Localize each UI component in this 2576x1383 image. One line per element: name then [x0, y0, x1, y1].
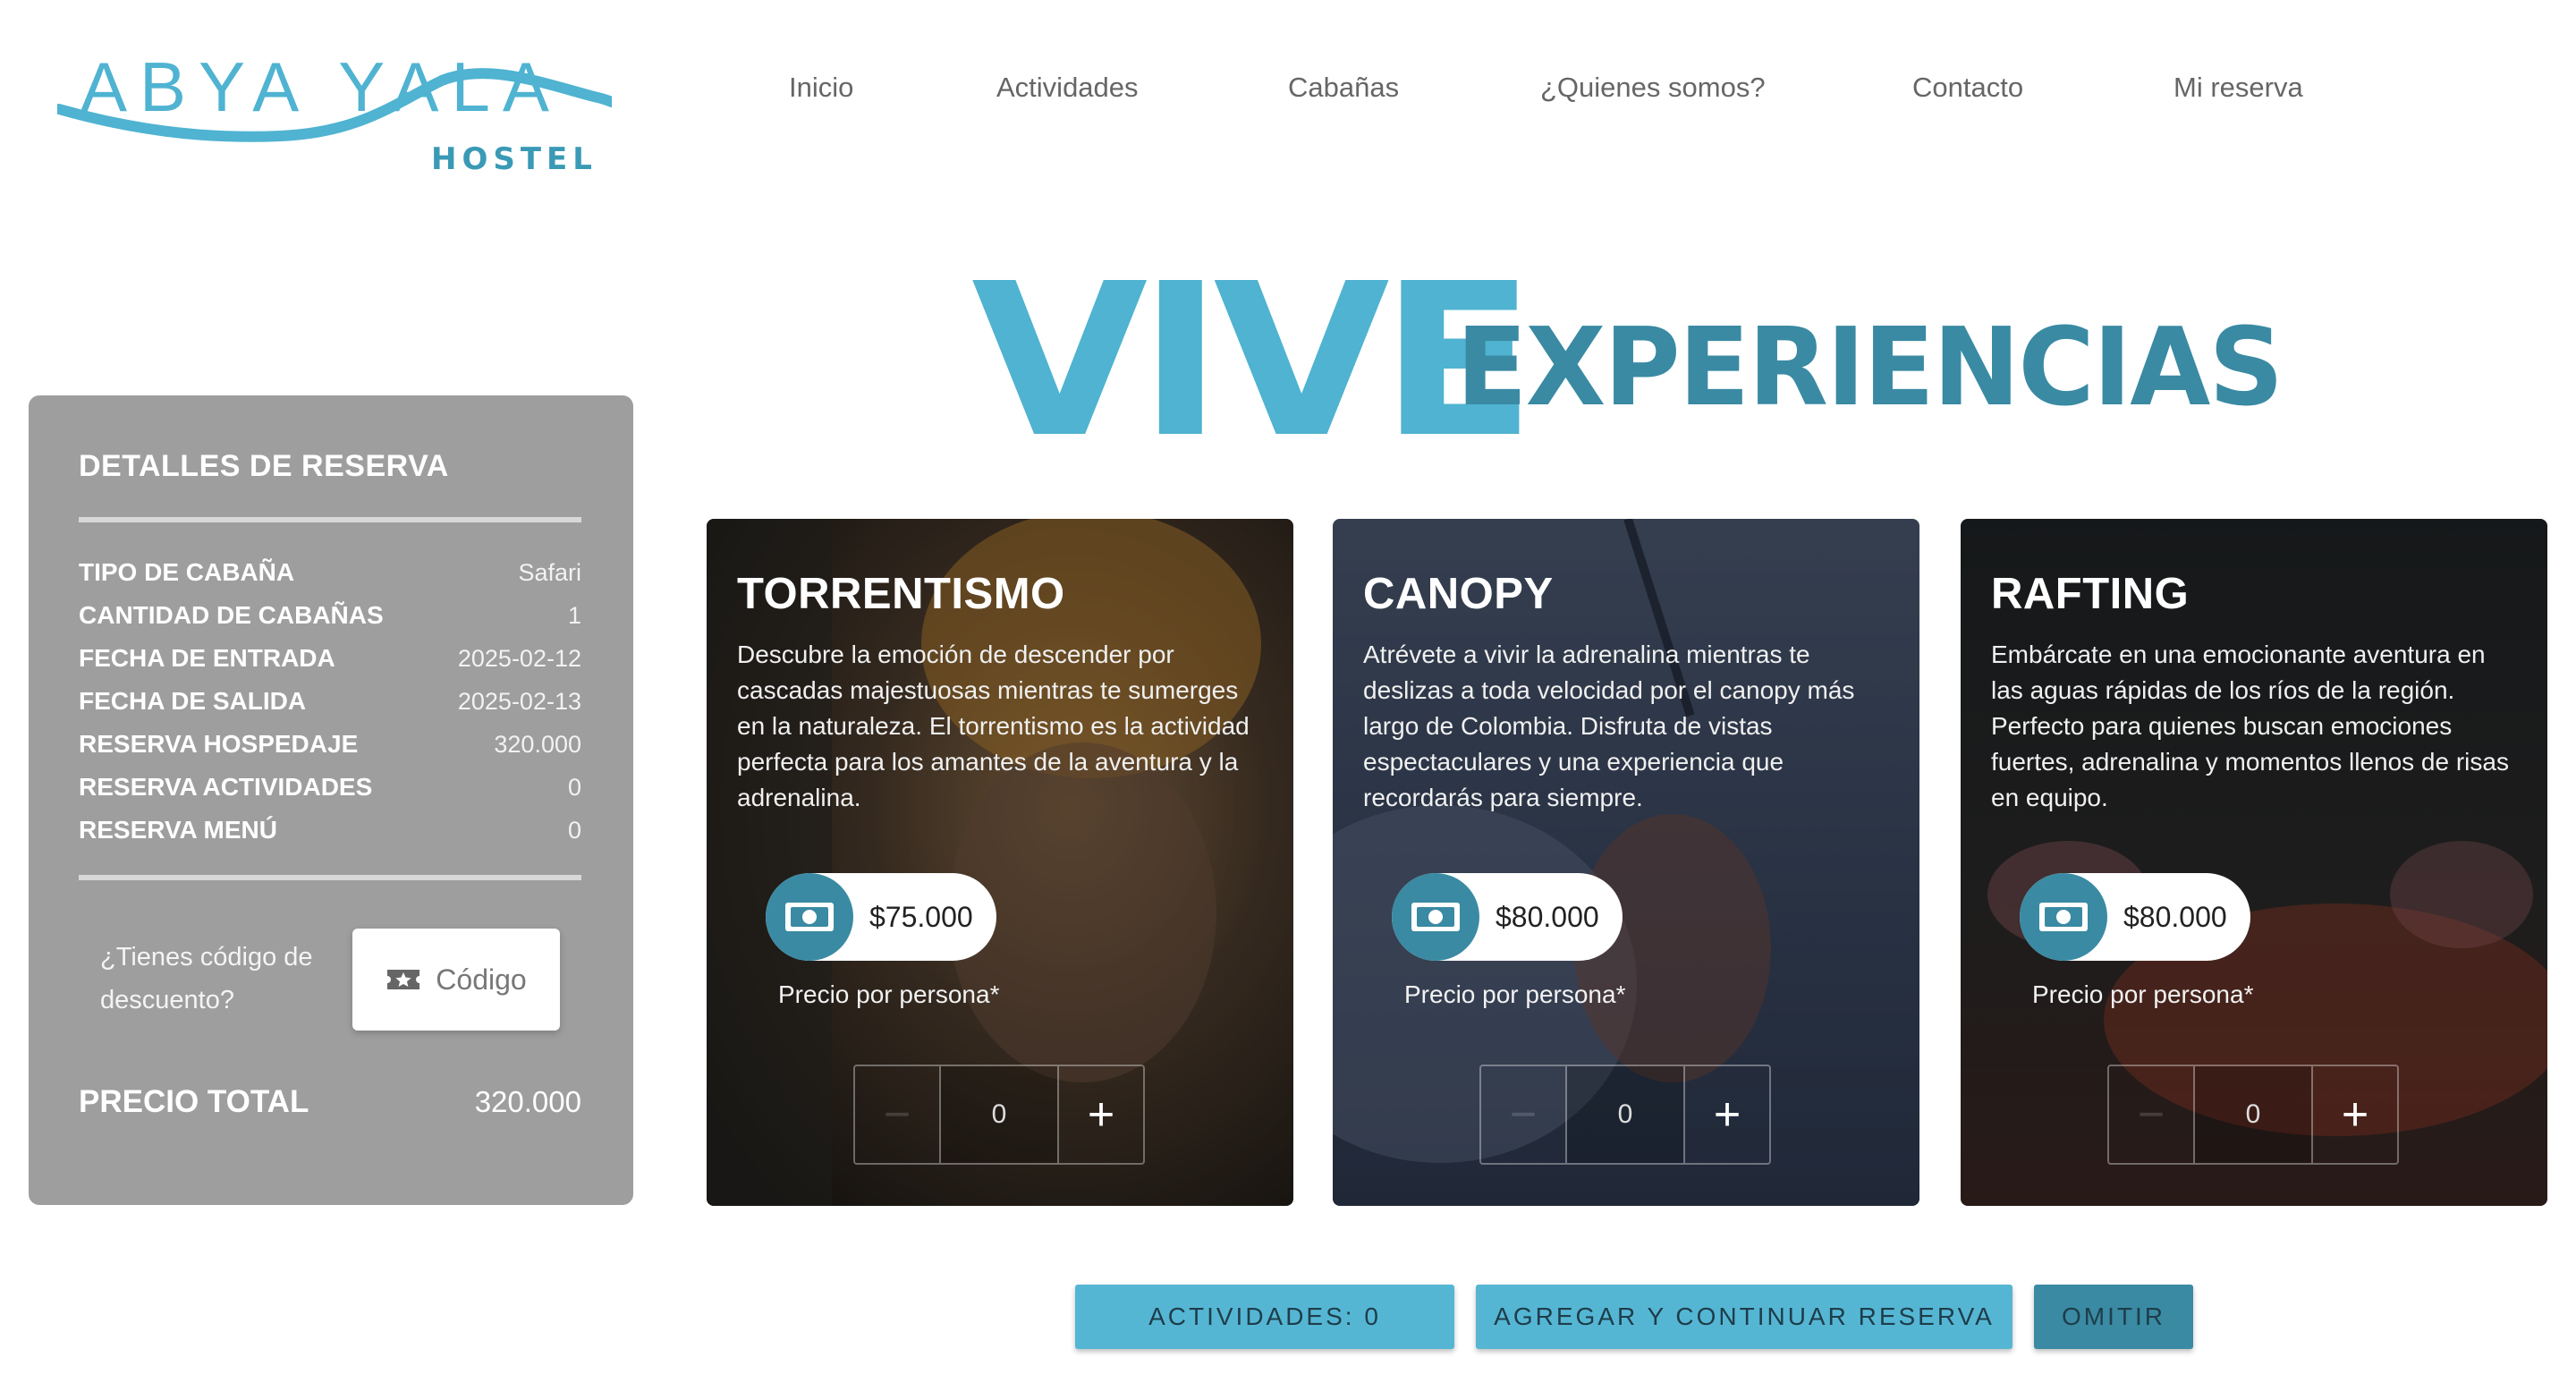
price-value: $80.000 [2123, 900, 2227, 933]
discount-prompt: ¿Tienes código de descuento? [100, 943, 313, 1014]
reservation-details-panel: DETALLES DE RESERVA TIPO DE CABAÑA Safar… [29, 395, 633, 1205]
row-label: FECHA DE ENTRADA [79, 644, 335, 672]
price-note: Precio por persona* [778, 980, 1000, 1008]
logo-sub-text: HOSTEL [431, 141, 597, 177]
row-value: Safari [518, 558, 581, 586]
decrement-button[interactable]: − [855, 1066, 941, 1163]
discount-code-button[interactable]: Código [352, 929, 560, 1031]
activity-card-torrentismo: TORRENTISMO Descubre la emoción de desce… [707, 519, 1293, 1206]
money-icon [1392, 873, 1479, 961]
activity-title: CANOPY [1363, 570, 1554, 618]
quantity-value[interactable]: 0 [941, 1066, 1057, 1163]
discount-code-label: Código [436, 963, 527, 996]
row-value: 320.000 [494, 730, 581, 758]
add-continue-reservation-button[interactable]: AGREGAR Y CONTINUAR RESERVA [1476, 1285, 2012, 1349]
activities-count-button[interactable]: ACTIVIDADES: 0 [1075, 1285, 1454, 1349]
quantity-stepper: − 0 + [2107, 1065, 2399, 1165]
quantity-value[interactable]: 0 [2195, 1066, 2311, 1163]
hero-title-vive: VIVE [971, 238, 1536, 484]
money-icon [2020, 873, 2107, 961]
nav-cabanas[interactable]: Cabañas [1288, 72, 1399, 104]
reservation-row-check-in: FECHA DE ENTRADA 2025-02-12 [79, 641, 581, 676]
price-note: Precio por persona* [2032, 980, 2254, 1008]
quantity-stepper: − 0 + [1479, 1065, 1771, 1165]
nav-contacto[interactable]: Contacto [1912, 72, 2023, 104]
activity-card-canopy: CANOPY Atrévete a vivir la adrenalina mi… [1333, 519, 1919, 1206]
decrement-button[interactable]: − [1481, 1066, 1567, 1163]
reservation-row-lodging: RESERVA HOSPEDAJE 320.000 [79, 726, 581, 762]
activity-description: Embárcate en una emocionante aventura en… [1991, 641, 2509, 811]
activity-description: Atrévete a vivir la adrenalina mientras … [1363, 641, 1855, 811]
divider [79, 875, 581, 880]
price-note: Precio por persona* [1404, 980, 1626, 1008]
price-tag: $80.000 [2020, 873, 2250, 961]
nav-actividades[interactable]: Actividades [996, 72, 1139, 104]
hero-title-experiencias: EXPERIENCIAS [1456, 306, 2284, 430]
row-label: RESERVA ACTIVIDADES [79, 773, 373, 801]
main-nav: Inicio Actividades Cabañas ¿Quienes somo… [0, 72, 2576, 116]
row-value: 0 [567, 816, 581, 844]
total-price-row: PRECIO TOTAL 320.000 [79, 1084, 581, 1120]
price-tag: $75.000 [766, 873, 996, 961]
reservation-row-menu: RESERVA MENÚ 0 [79, 812, 581, 848]
row-value: 2025-02-13 [457, 687, 581, 715]
row-label: RESERVA HOSPEDAJE [79, 730, 359, 758]
row-label: CANTIDAD DE CABAÑAS [79, 601, 384, 629]
nav-quienes-somos[interactable]: ¿Quienes somos? [1540, 72, 1766, 104]
reservation-row-check-out: FECHA DE SALIDA 2025-02-13 [79, 683, 581, 719]
decrement-button[interactable]: − [2109, 1066, 2195, 1163]
row-label: FECHA DE SALIDA [79, 687, 307, 715]
row-value: 2025-02-12 [457, 644, 581, 672]
nav-mi-reserva[interactable]: Mi reserva [2174, 72, 2303, 104]
increment-button[interactable]: + [1683, 1066, 1769, 1163]
nav-inicio[interactable]: Inicio [789, 72, 853, 104]
reservation-title: DETALLES DE RESERVA [79, 449, 449, 483]
ticket-star-icon [387, 970, 420, 989]
hostel-logo[interactable]: ABYA YALA HOSTEL [57, 47, 612, 190]
activity-title: TORRENTISMO [737, 570, 1065, 618]
price-tag: $80.000 [1392, 873, 1623, 961]
increment-button[interactable]: + [2311, 1066, 2397, 1163]
quantity-stepper: − 0 + [853, 1065, 1145, 1165]
quantity-value[interactable]: 0 [1567, 1066, 1683, 1163]
increment-button[interactable]: + [1057, 1066, 1143, 1163]
row-value: 1 [567, 601, 581, 629]
activity-title: RAFTING [1991, 570, 2190, 618]
price-value: $80.000 [1496, 900, 1599, 933]
skip-button[interactable]: OMITIR [2034, 1285, 2193, 1349]
row-label: RESERVA MENÚ [79, 816, 277, 844]
row-value: 0 [567, 773, 581, 801]
divider [79, 517, 581, 522]
reservation-row-cabin-type: TIPO DE CABAÑA Safari [79, 555, 581, 590]
total-price-label: PRECIO TOTAL [79, 1084, 309, 1119]
price-value: $75.000 [869, 900, 973, 933]
row-label: TIPO DE CABAÑA [79, 558, 295, 586]
money-icon [766, 873, 853, 961]
reservation-row-cabin-count: CANTIDAD DE CABAÑAS 1 [79, 598, 581, 633]
reservation-row-activities: RESERVA ACTIVIDADES 0 [79, 769, 581, 805]
activity-card-rafting: RAFTING Embárcate en una emocionante ave… [1961, 519, 2547, 1206]
total-price-value: 320.000 [474, 1085, 581, 1118]
activity-description: Descubre la emoción de descender por cas… [737, 641, 1250, 811]
